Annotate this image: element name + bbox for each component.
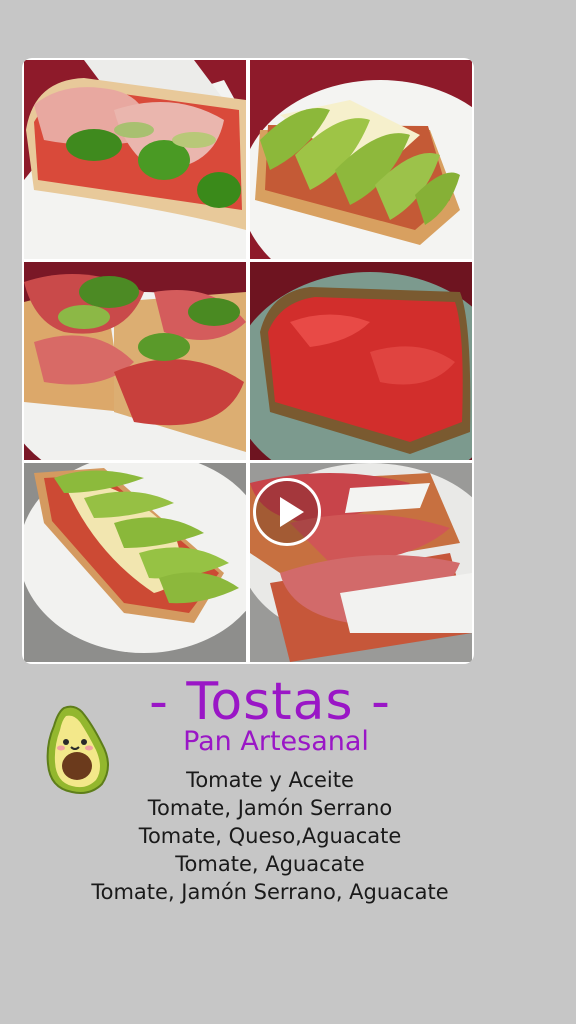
toast-ham-avocado-photo[interactable] xyxy=(24,60,246,259)
menu-item: Tomate, Jamón Serrano xyxy=(147,796,393,820)
menu-item: Tomate, Queso,Aguacate xyxy=(138,824,402,848)
menu-item: Tomate, Aguacate xyxy=(175,852,365,876)
photo-collage xyxy=(22,58,474,664)
toast-tomato-photo[interactable] xyxy=(250,262,472,460)
menu-item: Tomate y Aceite xyxy=(186,768,354,792)
play-button[interactable] xyxy=(253,478,321,546)
play-icon xyxy=(280,497,304,527)
page-subtitle: Pan Artesanal xyxy=(183,726,369,757)
page-title: - Tostas - xyxy=(149,672,391,732)
toast-ham-plate-photo[interactable] xyxy=(24,262,246,460)
menu-item: Tomate, Jamón Serrano, Aguacate xyxy=(91,880,449,904)
toast-cheese-avocado-photo[interactable] xyxy=(250,60,472,259)
toast-menu-list: Tomate y Aceite Tomate, Jamón Serrano To… xyxy=(0,766,540,906)
toast-avocado-plate-photo[interactable] xyxy=(24,463,246,662)
